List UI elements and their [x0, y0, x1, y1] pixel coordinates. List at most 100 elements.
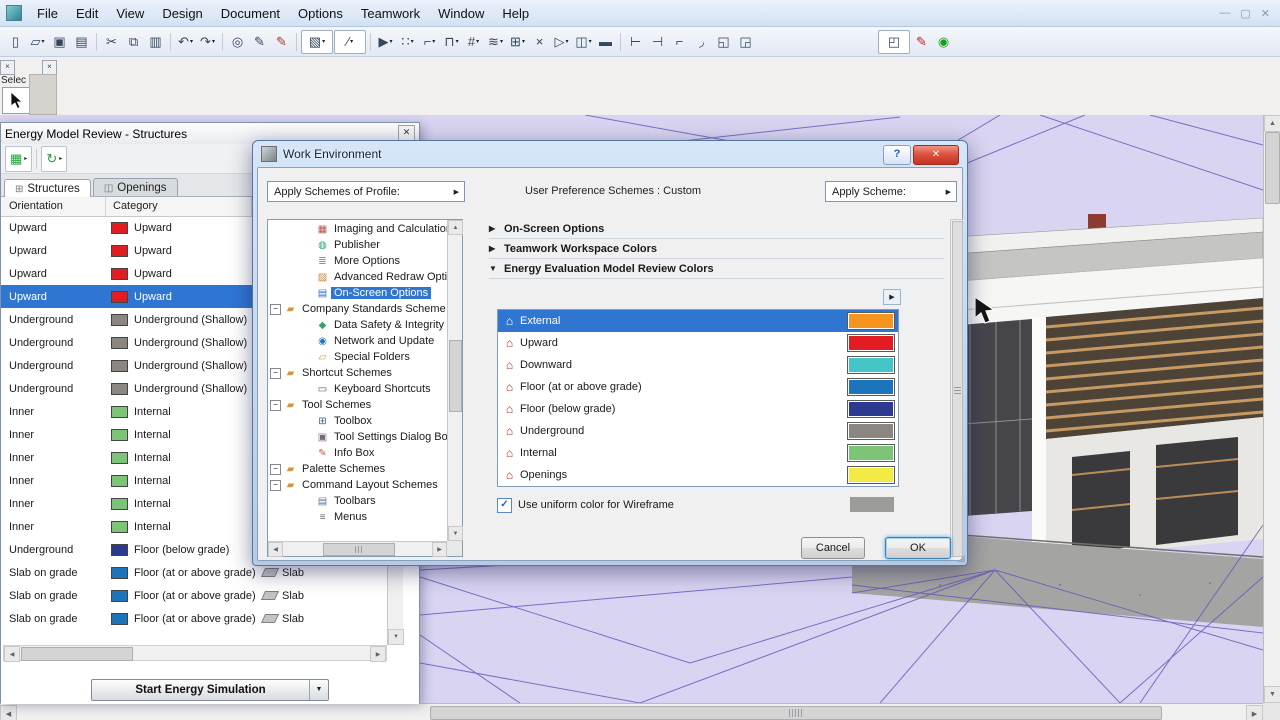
tree-item[interactable]: ▤ Toolbars: [268, 493, 447, 509]
section-on-screen-options[interactable]: ▶ On-Screen Options: [489, 219, 944, 239]
pane-scrollbar-thumb[interactable]: [952, 221, 963, 557]
tree-item[interactable]: ▱ Special Folders: [268, 349, 447, 365]
color-swatch[interactable]: [847, 466, 895, 484]
new-document-icon[interactable]: ▯: [5, 31, 26, 53]
column-header-category[interactable]: Category: [113, 200, 158, 212]
color-swatch[interactable]: [847, 444, 895, 462]
tree-item[interactable]: ▨ Advanced Redraw Optic: [268, 269, 447, 285]
apply-schemes-of-profile-dropdown[interactable]: Apply Schemes of Profile: ▶: [267, 181, 465, 202]
scroll-down-icon[interactable]: ▼: [448, 526, 463, 541]
ok-button[interactable]: OK: [885, 537, 951, 559]
section-energy-evaluation-model-review-colors[interactable]: ▼ Energy Evaluation Model Review Colors: [489, 259, 944, 279]
close-button[interactable]: ✕: [913, 145, 959, 165]
menu-item[interactable]: Document: [212, 2, 289, 25]
menu-item[interactable]: View: [107, 2, 153, 25]
tree-item[interactable]: − ▰ Palette Schemes: [268, 461, 447, 477]
save-icon[interactable]: ▣: [49, 31, 70, 53]
dialog-title-bar[interactable]: Work Environment: [253, 141, 967, 167]
review-zone-icon[interactable]: ◉: [933, 31, 954, 53]
menu-item[interactable]: Design: [153, 2, 211, 25]
tab[interactable]: ◫ Openings: [92, 178, 178, 196]
stretch-tool-icon[interactable]: ◲: [735, 31, 756, 53]
tree-item[interactable]: ◉ Network and Update: [268, 333, 447, 349]
tab[interactable]: ⊞ Structures: [4, 179, 91, 197]
expanded-arrow-icon[interactable]: ▼: [489, 264, 504, 273]
start-energy-simulation-button[interactable]: Start Energy Simulation ▼: [91, 678, 329, 701]
tree-item[interactable]: ≣ More Options: [268, 253, 447, 269]
divider[interactable]: [170, 32, 171, 51]
orientation-tool-icon[interactable]: ▷ ▾: [551, 31, 572, 53]
horizontal-scrollbar[interactable]: ◀ ▶: [0, 703, 1263, 720]
resize-tool-icon[interactable]: ◱: [713, 31, 734, 53]
pane-scrollbar[interactable]: [950, 219, 963, 557]
color-list-row[interactable]: ⌂ Upward: [498, 332, 898, 354]
cut-icon[interactable]: ✂: [101, 31, 122, 53]
color-swatch[interactable]: [847, 334, 895, 352]
tree-item[interactable]: − ▰ Tool Schemes: [268, 397, 447, 413]
table-row[interactable]: Slab on grade Floor (at or above grade) …: [1, 584, 387, 607]
vertical-scrollbar-thumb[interactable]: [1265, 132, 1280, 204]
scroll-right-icon[interactable]: ▶: [432, 542, 447, 557]
horizontal-scrollbar-thumb[interactable]: [430, 706, 1162, 720]
tree-item[interactable]: ▭ Keyboard Shortcuts: [268, 381, 447, 397]
menu-item[interactable]: Help: [493, 2, 538, 25]
copy-icon[interactable]: ⧉: [123, 31, 144, 53]
scroll-down-icon[interactable]: ▼: [1264, 686, 1280, 703]
section-teamwork-workspace-colors[interactable]: ▶ Teamwork Workspace Colors: [489, 239, 944, 259]
tree-expander-icon[interactable]: −: [270, 399, 281, 411]
pen-sets-icon[interactable]: ✎: [271, 31, 292, 53]
spacer[interactable]: [757, 31, 877, 53]
scroll-left-icon[interactable]: ◀: [4, 646, 20, 662]
arrow-select-tool[interactable]: [2, 87, 30, 114]
divider[interactable]: [96, 32, 97, 51]
marquee-tool-icon[interactable]: ▧ ▾: [301, 29, 333, 54]
menu-item[interactable]: Edit: [67, 2, 107, 25]
print-icon[interactable]: ▤: [71, 31, 92, 53]
tree-expander-icon[interactable]: −: [270, 303, 281, 315]
close-icon[interactable]: ×: [0, 60, 15, 75]
delete-tool-icon[interactable]: ×: [529, 31, 550, 53]
guide-lines-icon[interactable]: ⌐ ▾: [419, 31, 440, 53]
color-list-row[interactable]: ⌂ Internal: [498, 442, 898, 464]
redo-icon[interactable]: ↷ ▾: [197, 31, 218, 53]
cancel-button[interactable]: Cancel: [801, 537, 865, 559]
tree-item[interactable]: ▣ Tool Settings Dialog Box: [268, 429, 447, 445]
open-file-icon[interactable]: ▱ ▾: [27, 31, 48, 53]
wireframe-color-swatch[interactable]: [850, 497, 894, 512]
column-tool-icon[interactable]: ◫ ▾: [573, 31, 594, 53]
paste-icon[interactable]: ▥: [145, 31, 166, 53]
tree-item[interactable]: ◆ Data Safety & Integrity: [268, 317, 447, 333]
wall-tool-icon[interactable]: ⊓ ▾: [441, 31, 462, 53]
tree-item[interactable]: − ▰ Shortcut Schemes: [268, 365, 447, 381]
menu-item[interactable]: Window: [429, 2, 493, 25]
update-review-button[interactable]: ↻ ▸: [41, 145, 68, 172]
scroll-left-icon[interactable]: ◀: [0, 705, 17, 720]
color-list-row[interactable]: ⌂ Downward: [498, 354, 898, 376]
split-tool-icon[interactable]: ∕ ▾: [334, 29, 366, 54]
divider[interactable]: [620, 32, 621, 51]
apply-scheme-dropdown[interactable]: Apply Scheme: ▶: [825, 181, 957, 202]
arrow-tool-icon[interactable]: ▶ ▾: [375, 31, 396, 53]
tree-item[interactable]: ✎ Info Box: [268, 445, 447, 461]
fillet-tool-icon[interactable]: ◞: [691, 31, 712, 53]
menu-item[interactable]: Teamwork: [352, 2, 429, 25]
window-control-icon[interactable]: ▢: [1240, 7, 1250, 20]
divider[interactable]: [222, 32, 223, 51]
color-list-row[interactable]: ⌂ Underground: [498, 420, 898, 442]
tree-item[interactable]: − ▰ Company Standards Scheme: [268, 301, 447, 317]
zoom-icon[interactable]: ◎: [227, 31, 248, 53]
collapsed-arrow-icon[interactable]: ▶: [489, 224, 504, 233]
hatch-tool-icon[interactable]: ≋ ▾: [485, 31, 506, 53]
table-row[interactable]: Slab on grade Floor (at or above grade) …: [1, 607, 387, 630]
flyout-arrow-button[interactable]: ▶: [883, 289, 901, 305]
tree-vertical-scrollbar[interactable]: ▲ ▼: [447, 220, 463, 541]
divider[interactable]: [296, 32, 297, 51]
tree-expander-icon[interactable]: −: [270, 463, 281, 475]
collapsed-arrow-icon[interactable]: ▶: [489, 244, 504, 253]
snap-grid-icon[interactable]: ∷ ▾: [397, 31, 418, 53]
close-icon[interactable]: ×: [42, 60, 57, 75]
beam-tool-icon[interactable]: ▬: [595, 31, 616, 53]
layout-book-icon[interactable]: ◰: [878, 29, 910, 54]
resize-grip-icon[interactable]: ◢: [957, 553, 965, 564]
corner-tool-icon[interactable]: ⌐: [669, 31, 690, 53]
